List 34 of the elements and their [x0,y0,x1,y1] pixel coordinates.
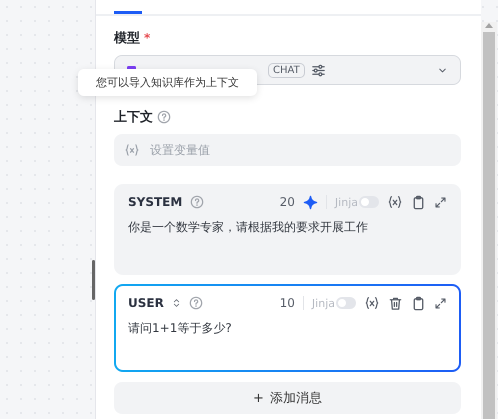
jinja-toggle[interactable] [336,297,356,309]
token-count: 10 [280,296,295,310]
field-label: 模型 [114,30,140,47]
sparkle-icon [302,194,318,210]
expand-icon [434,196,447,208]
role-label[interactable]: USER [128,296,164,310]
help-icon [157,110,171,124]
clipboard-icon [411,296,426,310]
field-label: 上下文 [114,108,153,126]
tab-underline [114,11,142,14]
sort-icon [172,297,181,309]
jinja-toggle[interactable] [359,196,379,208]
help-icon [188,296,203,310]
variable-icon [124,143,140,157]
add-message-button[interactable]: + 添加消息 [114,382,461,414]
trash-icon [388,296,403,310]
message-text[interactable]: 你是一个数学专家，请根据我的要求开展工作 [128,219,447,236]
help-icon [190,195,204,209]
required-mark: * [144,31,150,45]
variable-icon [364,296,380,310]
scroll-up-arrow-icon[interactable] [485,22,493,28]
chat-tag: CHAT [268,62,305,78]
clipboard-icon [411,194,426,210]
message-text[interactable]: 请问1+1等于多少? [128,320,447,337]
scrollbar[interactable] [481,22,497,419]
jinja-label: Jinja [312,296,335,310]
sliders-icon [310,62,326,78]
expand-icon [434,296,447,310]
role-label: SYSTEM [128,195,182,209]
token-count: 20 [280,195,295,209]
tooltip: 您可以导入知识库作为上下文 [78,69,257,96]
resize-handle[interactable] [92,260,95,300]
variable-icon [387,195,403,209]
jinja-label: Jinja [334,196,358,208]
